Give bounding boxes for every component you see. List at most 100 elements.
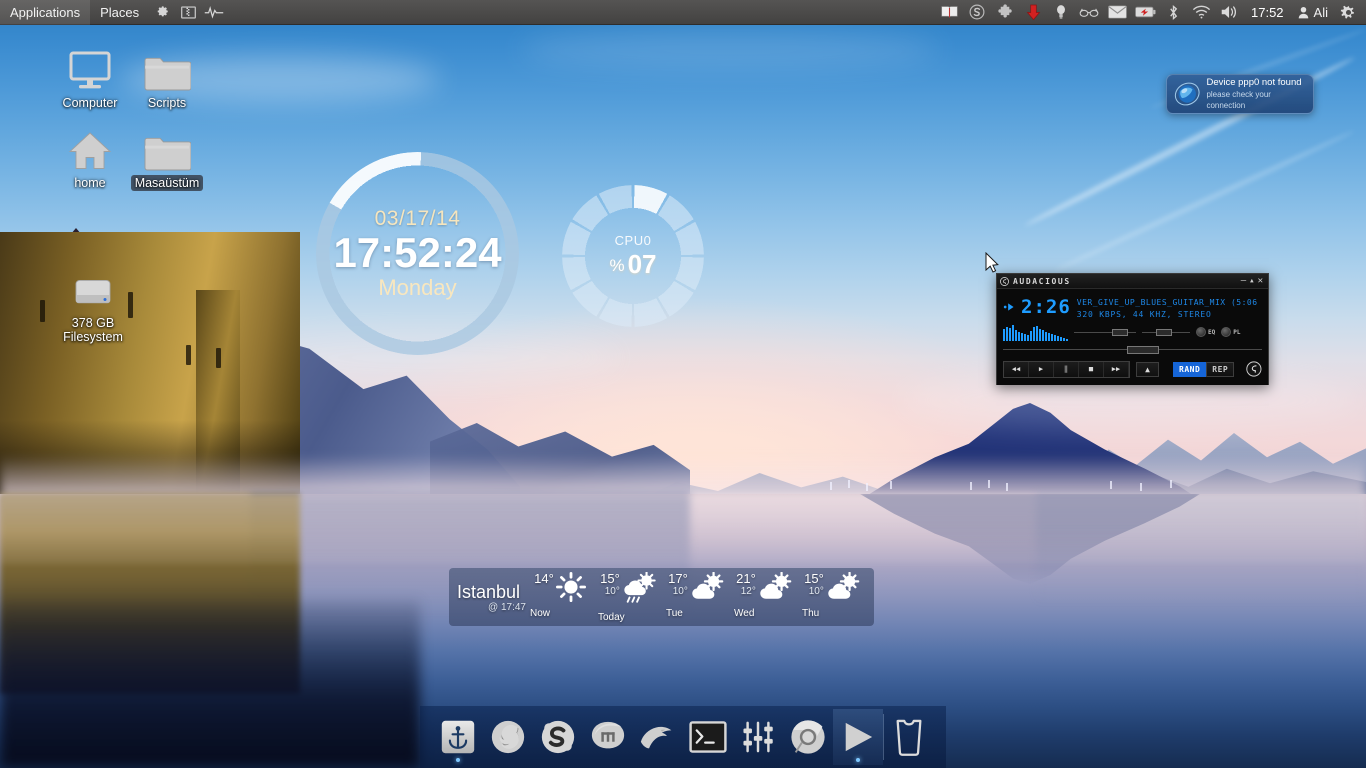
leaf-m-icon (591, 721, 624, 749)
visualizer-bar (1057, 336, 1059, 341)
previous-button[interactable]: ◀◀ (1004, 361, 1029, 377)
tray-wifi-icon[interactable] (1187, 0, 1215, 25)
notification-text: Device ppp0 not found please check your … (1206, 77, 1306, 111)
weather-widget[interactable]: Istanbul @ 17:47 14° Now 15° 10° Today 1… (449, 568, 874, 626)
shuffle-toggle[interactable]: RAND (1173, 361, 1207, 377)
visualizer-bar (1033, 327, 1035, 341)
weather-day-column: 15° 10° Thu (798, 571, 866, 623)
dock-cairo-dock[interactable] (433, 709, 483, 765)
slider-thumb[interactable] (1112, 328, 1129, 336)
playing-indicator-icon (1003, 303, 1014, 311)
tray-volume-speaker-icon[interactable] (1215, 0, 1243, 25)
minimize-button[interactable]: — (1241, 276, 1246, 286)
weather-day-label: Today (598, 611, 625, 623)
firefox-icon (491, 720, 524, 754)
weather-high-temp: 15° (600, 570, 620, 586)
audacious-volume-slider[interactable] (1142, 328, 1190, 337)
wallpaper-castle-window (216, 348, 221, 368)
power-gear-icon[interactable] (1334, 0, 1362, 25)
next-button[interactable]: ▶▶ (1104, 361, 1129, 377)
play-button[interactable]: ▶ (1029, 361, 1054, 377)
settings-gear-icon[interactable] (149, 0, 175, 25)
desktop-icon-label: Scripts (147, 96, 187, 110)
audacious-eq-toggle[interactable]: EQ (1196, 327, 1215, 337)
shade-button[interactable]: ▴ (1249, 276, 1254, 286)
dock-midori[interactable] (583, 709, 633, 765)
dock-chromium[interactable] (783, 709, 833, 765)
weather-day-row: 21° 12° (736, 571, 792, 607)
tray-plugin-puzzle-icon[interactable] (991, 0, 1019, 25)
clock-day: Monday (378, 274, 457, 300)
partly-cloudy-icon (758, 571, 792, 607)
cpu-content: CPU0 % 07 (562, 185, 704, 327)
slider-thumb[interactable] (1156, 328, 1173, 336)
tray-dictionary-book-icon[interactable] (935, 0, 963, 25)
menu-applications[interactable]: Applications (0, 0, 91, 25)
tray-glasses-icon[interactable] (1075, 0, 1103, 25)
desktop-icon-filesystem[interactable]: 378 GB Filesystem (38, 262, 148, 345)
audacious-titlebar[interactable]: AUDACIOUS — ▴ ✕ (997, 274, 1268, 289)
visualizer-bar (1012, 325, 1014, 341)
audacious-balance-slider[interactable] (1074, 328, 1136, 337)
audacious-window-buttons: — ▴ ✕ (1241, 276, 1265, 286)
stop-button[interactable]: ■ (1079, 361, 1104, 377)
panel-clock[interactable]: 17:52 (1243, 5, 1292, 20)
tray-mail-envelope-icon[interactable] (1103, 0, 1131, 25)
audacious-mode-toggles: RAND REP (1173, 361, 1235, 377)
dock-settings[interactable] (733, 709, 783, 765)
weather-high-temp: 14° (534, 570, 554, 586)
dock-skype[interactable] (533, 709, 583, 765)
wallpaper-water-sheen (0, 494, 1366, 564)
weather-day-row: 15° 10° (600, 570, 656, 611)
dock-firefox[interactable] (483, 709, 533, 765)
weather-day-row: 15° 10° (804, 571, 860, 607)
notification-popup[interactable]: Device ppp0 not found please check your … (1166, 74, 1314, 114)
weather-temps: 15° 10° (600, 572, 620, 598)
dock-gimp[interactable] (633, 709, 683, 765)
visualizer-bar (1024, 334, 1026, 341)
audacious-stream-info: 320 KBPS, 44 KHZ, STEREO (1076, 310, 1212, 319)
panel-user-menu[interactable]: Ali (1292, 5, 1334, 20)
eject-button[interactable]: ▲ (1136, 361, 1160, 377)
weather-temps: 21° 12° (736, 572, 756, 598)
pl-knob-icon[interactable] (1221, 327, 1232, 337)
panel-username: Ali (1313, 4, 1328, 20)
archive-manager-icon[interactable] (175, 0, 201, 25)
top-panel: Applications Places 17:52 Ali (0, 0, 1366, 25)
tray-idea-bulb-icon[interactable] (1047, 0, 1075, 25)
audacious-logo-icon[interactable] (1246, 360, 1262, 378)
repeat-toggle[interactable]: REP (1206, 361, 1235, 377)
weather-location-block: Istanbul @ 17:47 (457, 582, 526, 613)
cpu-value: % 07 (609, 249, 656, 280)
audacious-app-icon (1000, 276, 1009, 286)
tray-skype-s-icon[interactable] (963, 0, 991, 25)
menu-places[interactable]: Places (90, 0, 149, 25)
weather-day-label: Thu (802, 607, 820, 619)
tray-bluetooth-icon[interactable] (1159, 0, 1187, 25)
dock-media-player[interactable] (832, 709, 883, 765)
pause-button[interactable]: ‖ (1054, 361, 1079, 377)
audacious-seek-slider[interactable] (1003, 345, 1262, 354)
audacious-elapsed-time[interactable]: 2:26 (1021, 296, 1071, 318)
dock-trash[interactable] (884, 709, 934, 765)
dock-terminal[interactable] (683, 709, 733, 765)
tray-updates-down-arrow-icon[interactable] (1019, 0, 1047, 25)
audacious-window[interactable]: AUDACIOUS — ▴ ✕ 2:26 VER_GIVE_UP_BLUES_G… (996, 273, 1269, 385)
conky-cpu-widget: CPU0 % 07 (562, 185, 704, 327)
tray-battery-icon[interactable] (1131, 0, 1159, 25)
desktop-icon-masaustum[interactable]: Masaüstüm (119, 122, 215, 191)
cpu-percent-symbol: % (609, 255, 625, 275)
eq-knob-icon[interactable] (1196, 327, 1206, 337)
seek-thumb[interactable] (1127, 345, 1160, 354)
close-button[interactable]: ✕ (1258, 276, 1263, 286)
desktop-icon-scripts[interactable]: Scripts (119, 42, 215, 111)
audacious-playlist-toggle[interactable]: PL (1221, 327, 1240, 337)
panel-left-section: Applications Places (0, 0, 227, 25)
running-indicator (855, 758, 860, 762)
skype-icon (541, 720, 574, 754)
wallpaper-shore-lights (820, 480, 1240, 494)
system-monitor-pulse-icon[interactable] (201, 0, 227, 25)
visualizer-bar (1066, 339, 1068, 341)
desktop-icon-label: Computer (62, 96, 118, 110)
wallpaper-castle-window (186, 345, 191, 365)
